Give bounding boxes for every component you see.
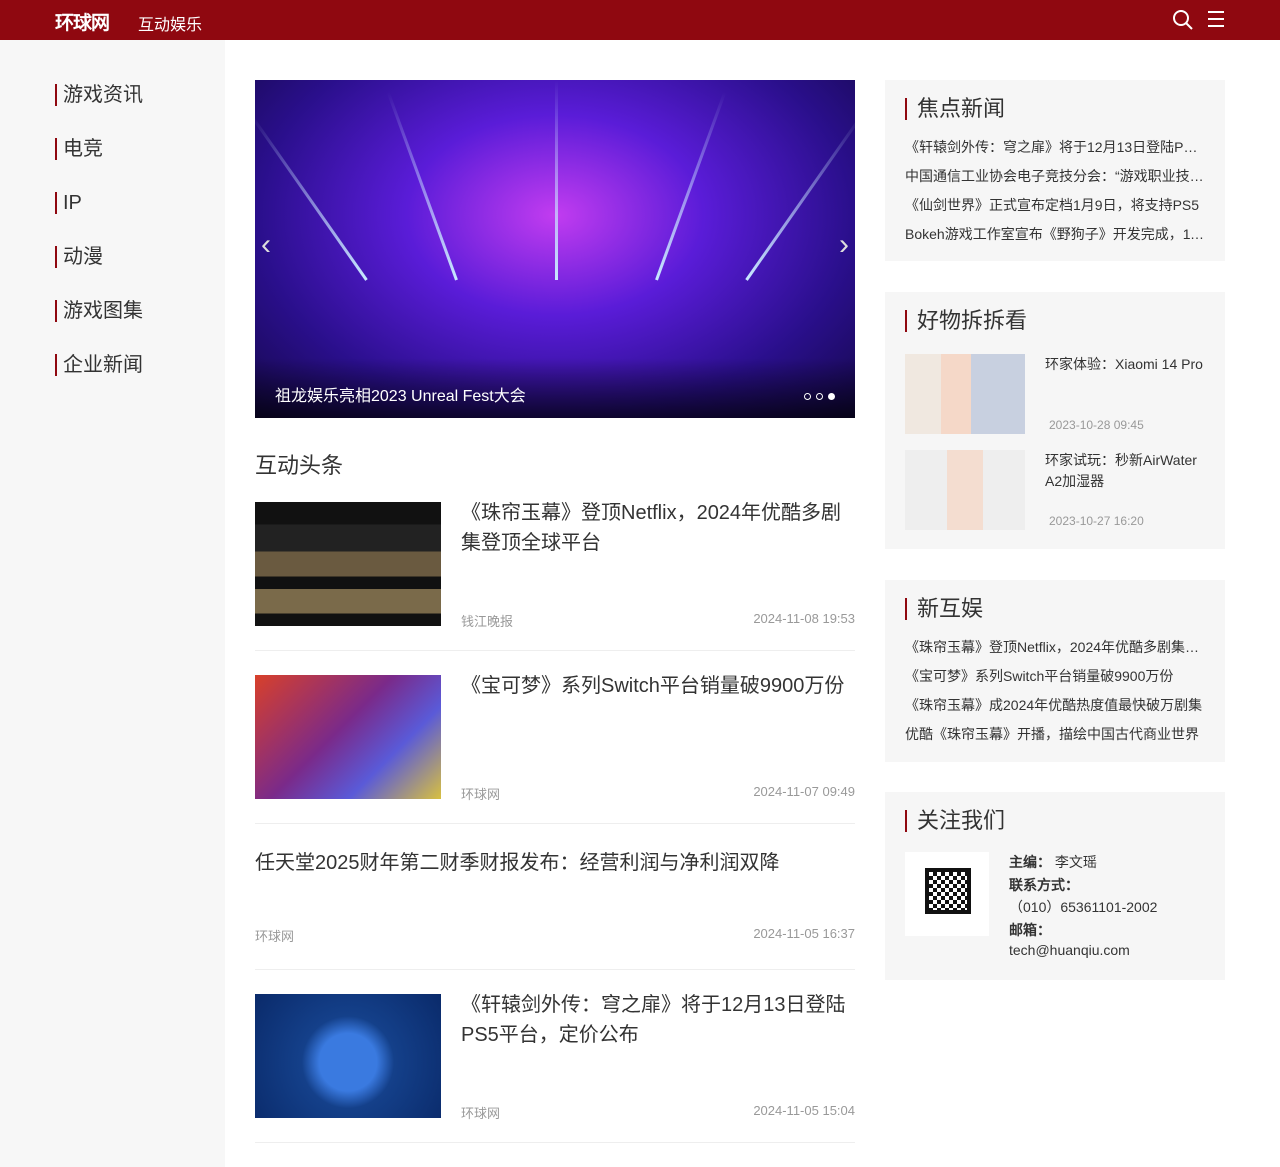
goods-thumbnail[interactable]: [905, 450, 1025, 530]
new-entertainment-box: 新互娱 《珠帘玉幕》登顶Netflix，2024年优酷多剧集登顶全球平台 《宝可…: [885, 580, 1225, 762]
news-title[interactable]: 《轩辕剑外传：穹之扉》将于12月13日登陆PS5平台，定价公布: [461, 990, 851, 1050]
goods-title[interactable]: 环家试玩：秒新AirWater A2加湿器: [1045, 450, 1210, 492]
prev-arrow-icon[interactable]: ‹: [261, 228, 271, 262]
news-time: 2024-11-05 16:37: [753, 926, 855, 941]
news-time: 2024-11-05 15:04: [753, 1103, 855, 1118]
next-arrow-icon[interactable]: ›: [839, 228, 849, 262]
phone: （010）65361101-2002: [1009, 899, 1158, 915]
focus-link[interactable]: 中国通信工业协会电子竞技分会：“游戏职业技能”: [905, 166, 1205, 186]
qr-code: [905, 852, 989, 936]
sidebar-item-game-news[interactable]: 游戏资讯: [55, 84, 143, 106]
list-item[interactable]: 《宝可梦》系列Switch平台销量破9900万份 环球网 2024-11-07 …: [255, 675, 855, 824]
channel-name[interactable]: 互动娱乐: [138, 11, 202, 35]
search-icon[interactable]: [1172, 9, 1194, 31]
box-title: 新互娱: [905, 598, 983, 620]
carousel-caption[interactable]: 祖龙娱乐亮相2023 Unreal Fest大会: [275, 382, 526, 406]
carousel-dot-active[interactable]: [828, 393, 835, 400]
box-title: 好物拆拆看: [905, 310, 1027, 332]
news-thumbnail[interactable]: [255, 994, 441, 1118]
news-source: 钱江晚报: [461, 614, 514, 629]
focus-link[interactable]: Bokeh游戏工作室宣布《野狗子》开发完成，11月发售: [905, 224, 1205, 244]
sidebar-item-gallery[interactable]: 游戏图集: [55, 300, 143, 322]
news-title[interactable]: 《珠帘玉幕》登顶Netflix，2024年优酷多剧集登顶全球平台: [461, 498, 851, 558]
news-thumbnail[interactable]: [255, 675, 441, 799]
list-item[interactable]: 任天堂2025财年第二财季财报发布：经营利润与净利润双降 环球网 2024-11…: [255, 848, 855, 970]
newent-link[interactable]: 《宝可梦》系列Switch平台销量破9900万份: [905, 666, 1205, 686]
focus-news-box: 焦点新闻 《轩辕剑外传：穹之扉》将于12月13日登陆PS5平台，定价公布 中国通…: [885, 80, 1225, 261]
goods-title[interactable]: 环家体验：Xiaomi 14 Pro: [1045, 354, 1210, 375]
focus-link[interactable]: 《轩辕剑外传：穹之扉》将于12月13日登陆PS5平台，定价公布: [905, 137, 1205, 157]
section-title: 互动头条: [255, 453, 344, 478]
sidebar-item-company-news[interactable]: 企业新闻: [55, 354, 143, 376]
box-title: 焦点新闻: [905, 98, 1005, 120]
goods-thumbnail[interactable]: [905, 354, 1025, 434]
news-source: 环球网: [461, 1106, 501, 1121]
goods-time: 2023-10-28 09:45: [1049, 418, 1144, 432]
carousel[interactable]: ‹ › 祖龙娱乐亮相2023 Unreal Fest大会: [255, 80, 855, 418]
goods-box: 好物拆拆看 环家体验：Xiaomi 14 Pro 2023-10-28 09:4…: [885, 292, 1225, 549]
news-source: 环球网: [255, 929, 295, 944]
contact-label: 联系方式：: [1009, 877, 1079, 893]
news-time: 2024-11-07 09:49: [753, 784, 855, 799]
sidebar-item-ip[interactable]: IP: [55, 192, 82, 214]
newent-link[interactable]: 优酷《珠帘玉幕》开播，描绘中国古代商业世界: [905, 724, 1205, 744]
goods-time: 2023-10-27 16:20: [1049, 514, 1144, 528]
list-item[interactable]: 《轩辕剑外传：穹之扉》将于12月13日登陆PS5平台，定价公布 环球网 2024…: [255, 994, 855, 1143]
editor-name: 李文瑶: [1054, 854, 1097, 870]
focus-link[interactable]: 《仙剑世界》正式宣布定档1月9日，将支持PS5: [905, 195, 1205, 215]
sidebar-item-anime[interactable]: 动漫: [55, 246, 103, 268]
editor-label: 主编：: [1009, 854, 1051, 870]
newent-link[interactable]: 《珠帘玉幕》成2024年优酷热度值最快破万剧集: [905, 695, 1205, 715]
news-title[interactable]: 任天堂2025财年第二财季财报发布：经营利润与净利润双降: [255, 848, 855, 878]
menu-icon[interactable]: [1207, 10, 1225, 28]
follow-us-box: 关注我们 主编： 李文瑶 联系方式： （010）65361101-2002 邮箱…: [885, 792, 1225, 980]
list-item[interactable]: 《珠帘玉幕》登顶Netflix，2024年优酷多剧集登顶全球平台 钱江晚报 20…: [255, 502, 855, 651]
email[interactable]: tech@huanqiu.com: [1009, 942, 1130, 958]
carousel-dot[interactable]: [816, 393, 823, 400]
carousel-dot[interactable]: [804, 393, 811, 400]
sidebar: 游戏资讯 电竞 IP 动漫 游戏图集 企业新闻: [0, 40, 225, 1167]
news-title[interactable]: 《宝可梦》系列Switch平台销量破9900万份: [461, 671, 851, 701]
news-time: 2024-11-08 19:53: [753, 611, 855, 626]
box-title: 关注我们: [905, 810, 1005, 832]
news-thumbnail[interactable]: [255, 502, 441, 626]
newent-link[interactable]: 《珠帘玉幕》登顶Netflix，2024年优酷多剧集登顶全球平台: [905, 637, 1205, 657]
top-bar: 环球网 互动娱乐: [0, 0, 1280, 40]
email-label: 邮箱：: [1009, 922, 1051, 938]
site-logo[interactable]: 环球网: [55, 8, 110, 35]
news-source: 环球网: [461, 787, 501, 802]
sidebar-item-esports[interactable]: 电竞: [55, 138, 103, 160]
